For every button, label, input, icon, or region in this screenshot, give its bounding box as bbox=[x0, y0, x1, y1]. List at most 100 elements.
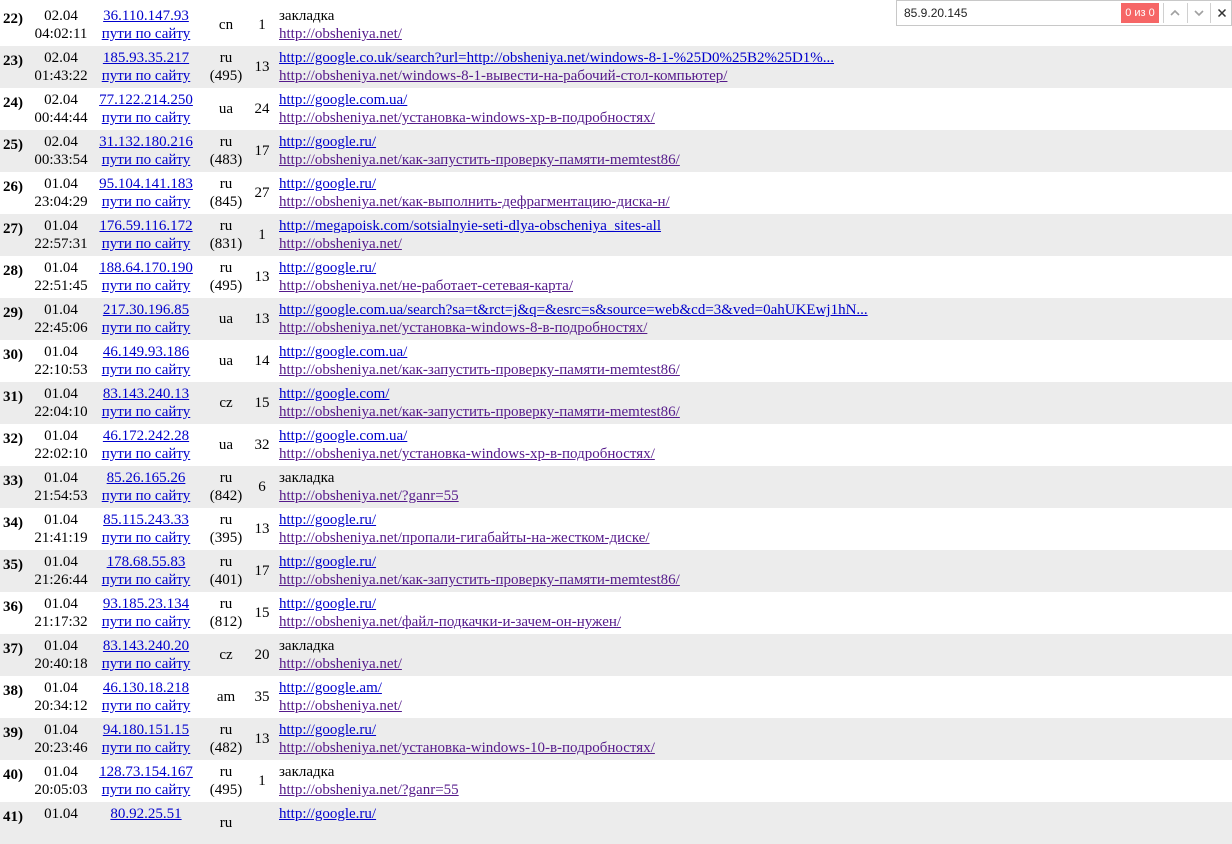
landing-page-link[interactable]: http://obsheniya.net/ bbox=[279, 655, 402, 673]
landing-page-link[interactable]: http://obsheniya.net/установка-windows-x… bbox=[279, 109, 655, 127]
referrer-link[interactable]: http://google.am/ bbox=[279, 679, 402, 697]
ip-link[interactable]: 83.143.240.13 bbox=[92, 385, 200, 403]
site-path-link[interactable]: пути по сайту bbox=[92, 25, 200, 43]
ip-link[interactable]: 94.180.151.15 bbox=[92, 721, 200, 739]
find-next-button[interactable] bbox=[1187, 3, 1210, 23]
site-path-link[interactable]: пути по сайту bbox=[92, 109, 200, 127]
landing-page-link[interactable]: http://obsheniya.net/?ganr=55 bbox=[279, 781, 459, 799]
referrer-cell: закладка http://obsheniya.net/?ganr=55 bbox=[279, 469, 459, 505]
site-path-link[interactable]: пути по сайту bbox=[92, 529, 200, 547]
ip-link[interactable]: 93.185.23.134 bbox=[92, 595, 200, 613]
find-match-count: 0 из 0 bbox=[1121, 3, 1159, 23]
find-close-button[interactable] bbox=[1210, 3, 1232, 23]
visit-date: 01.04 bbox=[44, 302, 78, 318]
site-path-link[interactable]: пути по сайту bbox=[92, 235, 200, 253]
site-path-link[interactable]: пути по сайту bbox=[92, 319, 200, 337]
site-path-link[interactable]: пути по сайту bbox=[92, 571, 200, 589]
ip-link[interactable]: 77.122.214.250 bbox=[92, 91, 200, 109]
visitor-ip-cell: 178.68.55.83 пути по сайту bbox=[92, 553, 200, 589]
site-path-link[interactable]: пути по сайту bbox=[92, 67, 200, 85]
phone-code: (842) bbox=[209, 488, 243, 504]
landing-page-link[interactable]: http://obsheniya.net/пропали-гигабайты-н… bbox=[279, 529, 650, 547]
visit-date: 01.04 bbox=[44, 344, 78, 360]
find-input[interactable] bbox=[899, 3, 1131, 23]
referrer-label: закладка bbox=[279, 638, 335, 654]
site-path-link[interactable]: пути по сайту bbox=[92, 361, 200, 379]
site-path-link[interactable]: пути по сайту bbox=[92, 655, 200, 673]
referrer-link[interactable]: http://google.ru/ bbox=[279, 595, 621, 613]
site-path-link[interactable]: пути по сайту bbox=[92, 487, 200, 505]
site-path-link[interactable]: пути по сайту bbox=[92, 739, 200, 757]
row-number: 32) bbox=[3, 431, 23, 447]
site-path-link[interactable]: пути по сайту bbox=[92, 193, 200, 211]
landing-page-link[interactable]: http://obsheniya.net/ bbox=[279, 697, 402, 715]
referrer-link[interactable]: http://google.ru/ bbox=[279, 553, 680, 571]
landing-page-link[interactable]: http://obsheniya.net/установка-windows-8… bbox=[279, 319, 868, 337]
referrer-link[interactable]: http://google.com/ bbox=[279, 385, 680, 403]
landing-page-link[interactable]: http://obsheniya.net/как-выполнить-дефра… bbox=[279, 193, 670, 211]
table-row: 39) 01.04 20:23:46 94.180.151.15 пути по сай… bbox=[0, 718, 1232, 760]
referrer-cell: http://google.com.ua/http://obsheniya.ne… bbox=[279, 91, 655, 127]
ip-link[interactable]: 46.149.93.186 bbox=[92, 343, 200, 361]
referrer-link[interactable]: http://google.ru/ bbox=[279, 175, 670, 193]
landing-page-link[interactable]: http://obsheniya.net/как-запустить-прове… bbox=[279, 361, 680, 379]
landing-page-link[interactable]: http://obsheniya.net/ bbox=[279, 235, 661, 253]
referrer-link[interactable]: http://google.ru/ bbox=[279, 721, 655, 739]
ip-link[interactable]: 31.132.180.216 bbox=[92, 133, 200, 151]
landing-page-link[interactable]: http://obsheniya.net/установка-windows-1… bbox=[279, 739, 655, 757]
site-path-link[interactable]: пути по сайту bbox=[92, 445, 200, 463]
landing-page-link[interactable]: http://obsheniya.net/windows-8-1-вывести… bbox=[279, 67, 834, 85]
row-number: 30) bbox=[3, 347, 23, 363]
site-path-link[interactable]: пути по сайту bbox=[92, 613, 200, 631]
ip-link[interactable]: 46.172.242.28 bbox=[92, 427, 200, 445]
ip-link[interactable]: 46.130.18.218 bbox=[92, 679, 200, 697]
landing-page-link[interactable]: http://obsheniya.net/файл-подкачки-и-зач… bbox=[279, 613, 621, 631]
site-path-link[interactable]: пути по сайту bbox=[92, 151, 200, 169]
referrer-cell: http://google.ru/http://obsheniya.net/пр… bbox=[279, 511, 650, 547]
visit-log-table: 22) 02.04 04:02:11 36.110.147.93 пути по сай… bbox=[0, 4, 1232, 844]
referrer-link[interactable]: http://google.ru/ bbox=[279, 511, 650, 529]
phone-code: (401) bbox=[209, 572, 243, 588]
visit-time: 20:40:18 bbox=[34, 656, 88, 672]
referrer-link[interactable]: http://google.ru/ bbox=[279, 259, 573, 277]
ip-link[interactable]: 85.26.165.26 bbox=[92, 469, 200, 487]
row-number: 22) bbox=[3, 11, 23, 27]
site-path-link[interactable]: пути по сайту bbox=[92, 781, 200, 799]
referrer-cell: http://google.ru/http://obsheniya.net/ка… bbox=[279, 553, 680, 589]
referrer-link[interactable]: http://google.com.ua/ bbox=[279, 91, 655, 109]
ip-link[interactable]: 217.30.196.85 bbox=[92, 301, 200, 319]
visit-datetime: 01.04 22:04:10 bbox=[34, 385, 88, 421]
site-path-link[interactable]: пути по сайту bbox=[92, 403, 200, 421]
ip-link[interactable]: 95.104.141.183 bbox=[92, 175, 200, 193]
landing-page-link[interactable]: http://obsheniya.net/ bbox=[279, 25, 402, 43]
site-path-link[interactable]: пути по сайту bbox=[92, 697, 200, 715]
referrer-link[interactable]: http://google.com.ua/ bbox=[279, 427, 655, 445]
landing-page-link[interactable]: http://obsheniya.net/?ganr=55 bbox=[279, 487, 459, 505]
landing-page-link[interactable]: http://obsheniya.net/установка-windows-x… bbox=[279, 445, 655, 463]
ip-link[interactable]: 83.143.240.20 bbox=[92, 637, 200, 655]
ip-link[interactable]: 80.92.25.51 bbox=[92, 805, 200, 823]
country-code: ru bbox=[219, 722, 233, 738]
find-previous-button[interactable] bbox=[1163, 3, 1186, 23]
row-number: 40) bbox=[3, 767, 23, 783]
visit-date: 01.04 bbox=[44, 176, 78, 192]
landing-page-link[interactable]: http://obsheniya.net/как-запустить-прове… bbox=[279, 571, 680, 589]
landing-page-link[interactable]: http://obsheniya.net/как-запустить-прове… bbox=[279, 151, 680, 169]
referrer-link[interactable]: http://google.ru/ bbox=[279, 133, 680, 151]
landing-page-link[interactable]: http://obsheniya.net/не-работает-сетевая… bbox=[279, 277, 573, 295]
ip-link[interactable]: 176.59.116.172 bbox=[92, 217, 200, 235]
referrer-link[interactable]: http://megapoisk.com/sotsialnyie-seti-dl… bbox=[279, 217, 661, 235]
ip-link[interactable]: 128.73.154.167 bbox=[92, 763, 200, 781]
referrer-link[interactable]: http://google.com.ua/search?sa=t&rct=j&q… bbox=[279, 301, 868, 319]
site-path-link[interactable]: пути по сайту bbox=[92, 277, 200, 295]
landing-page-link[interactable]: http://obsheniya.net/как-запустить-прове… bbox=[279, 403, 680, 421]
visit-date: 01.04 bbox=[44, 470, 78, 486]
referrer-link[interactable]: http://google.ru/ bbox=[279, 805, 376, 823]
referrer-link[interactable]: http://google.co.uk/search?url=http://ob… bbox=[279, 49, 834, 67]
ip-link[interactable]: 36.110.147.93 bbox=[92, 7, 200, 25]
ip-link[interactable]: 85.115.243.33 bbox=[92, 511, 200, 529]
ip-link[interactable]: 185.93.35.217 bbox=[92, 49, 200, 67]
ip-link[interactable]: 178.68.55.83 bbox=[92, 553, 200, 571]
referrer-link[interactable]: http://google.com.ua/ bbox=[279, 343, 680, 361]
ip-link[interactable]: 188.64.170.190 bbox=[92, 259, 200, 277]
